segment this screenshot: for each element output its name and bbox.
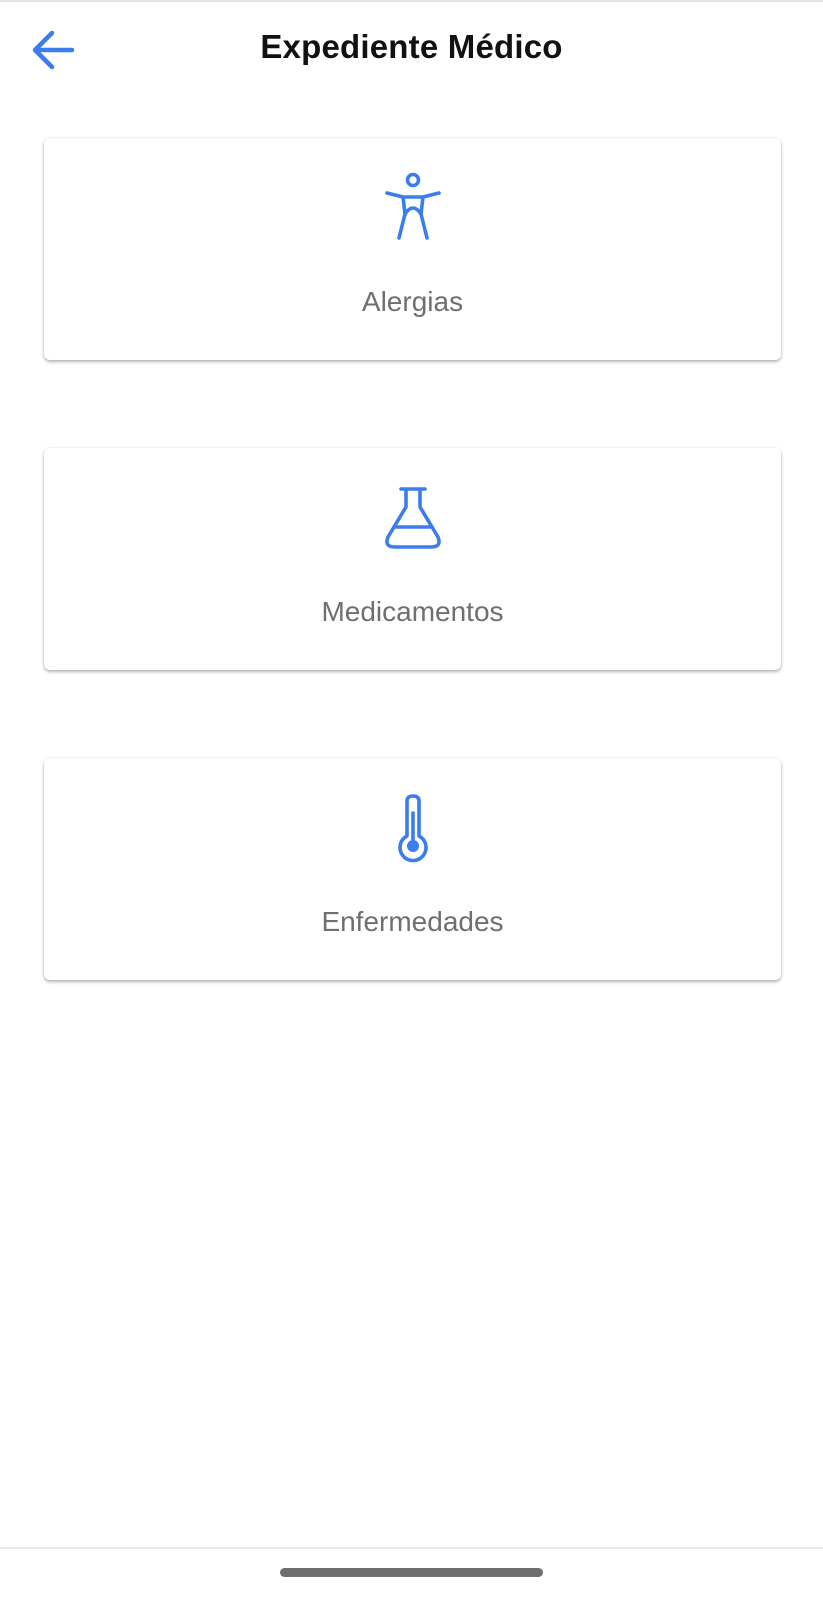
bottom-divider bbox=[0, 1547, 823, 1549]
card-label: Enfermedades bbox=[321, 906, 504, 937]
card-medicamentos[interactable]: Medicamentos bbox=[44, 448, 781, 670]
card-label: Alergias bbox=[361, 286, 464, 317]
app-bar: Expediente Médico bbox=[0, 2, 823, 94]
thermometer-icon bbox=[378, 792, 448, 864]
record-categories: Alergias Medicamentos Enfermedades bbox=[44, 138, 781, 1068]
card-alergias[interactable]: Alergias bbox=[44, 138, 781, 360]
card-label: Medicamentos bbox=[321, 596, 504, 627]
home-indicator[interactable] bbox=[280, 1568, 543, 1577]
accessibility-icon bbox=[378, 172, 448, 244]
card-enfermedades[interactable]: Enfermedades bbox=[44, 758, 781, 980]
page-title: Expediente Médico bbox=[260, 28, 563, 65]
flask-icon bbox=[378, 482, 448, 554]
